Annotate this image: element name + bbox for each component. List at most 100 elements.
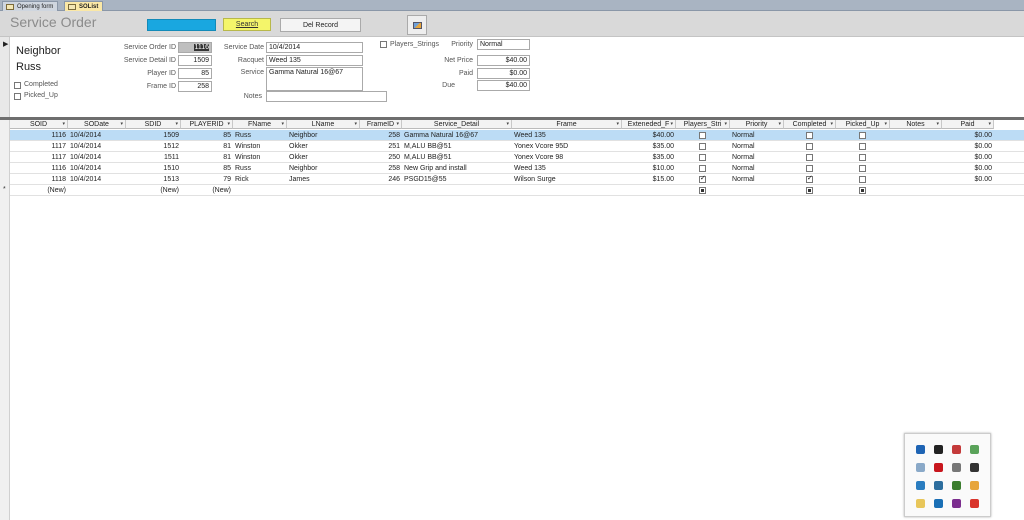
cell-sodate[interactable]: 10/4/2014: [68, 174, 126, 185]
column-header-playerid[interactable]: PLAYERID ▾: [181, 120, 233, 129]
shield-icon[interactable]: [952, 445, 961, 454]
column-header-soid[interactable]: SOID ▾: [10, 120, 68, 129]
row-picked-checkbox[interactable]: [859, 143, 866, 150]
row-completed-checkbox[interactable]: [806, 165, 813, 172]
row-completed-checkbox[interactable]: [806, 132, 813, 139]
column-header-priority[interactable]: Priority ▾: [730, 120, 784, 129]
cell-notes[interactable]: [890, 174, 942, 185]
cell-service_detail[interactable]: M,ALU BB@51: [402, 152, 512, 163]
cell-paid[interactable]: $0.00: [942, 163, 994, 174]
cell-lname[interactable]: Neighbor: [287, 130, 360, 141]
cell-sodate[interactable]: 10/4/2014: [68, 130, 126, 141]
cloud-icon[interactable]: [916, 463, 925, 472]
cell-soid[interactable]: 1116: [10, 163, 68, 174]
cell-service_detail[interactable]: New Grip and install: [402, 163, 512, 174]
cell-frameid[interactable]: 246: [360, 174, 402, 185]
cell-service_detail[interactable]: M,ALU BB@51: [402, 141, 512, 152]
cell-paid[interactable]: $0.00: [942, 152, 994, 163]
new-row-playerid[interactable]: (New): [181, 185, 233, 196]
sort-dropdown-icon[interactable]: ▾: [830, 120, 833, 128]
cell-playerid[interactable]: 81: [181, 141, 233, 152]
row-players-checkbox[interactable]: [699, 174, 706, 183]
service-field[interactable]: Gamma Natural 16@67: [266, 67, 363, 91]
sort-dropdown-icon[interactable]: ▾: [281, 120, 284, 128]
column-header-paid[interactable]: Paid ▾: [942, 120, 994, 129]
cell-sdid[interactable]: 1512: [126, 141, 181, 152]
cell-fname[interactable]: Russ: [233, 163, 287, 174]
bluetooth-icon[interactable]: [916, 445, 925, 454]
row-players-checkbox[interactable]: [699, 154, 706, 161]
cell-sdid[interactable]: 1510: [126, 163, 181, 174]
cell-paid[interactable]: $0.00: [942, 130, 994, 141]
sort-dropdown-icon[interactable]: ▾: [62, 120, 65, 128]
cell-fname[interactable]: Winston: [233, 141, 287, 152]
column-header-picked-up[interactable]: Picked_Up ▾: [836, 120, 890, 129]
column-header-lname[interactable]: LName ▾: [287, 120, 360, 129]
picked-up-checkbox[interactable]: [14, 93, 21, 100]
cell-lname[interactable]: Okker: [287, 141, 360, 152]
cell-sdid[interactable]: 1513: [126, 174, 181, 185]
cell-priority[interactable]: Normal: [730, 152, 784, 163]
cell-soid[interactable]: 1118: [10, 174, 68, 185]
service-detail-id-field[interactable]: 1509: [178, 55, 212, 66]
cell-lname[interactable]: Okker: [287, 152, 360, 163]
cell-fname[interactable]: Russ: [233, 130, 287, 141]
racquet-field[interactable]: Weed 135: [266, 55, 363, 66]
cell-sdid[interactable]: 1509: [126, 130, 181, 141]
frame-id-field[interactable]: 258: [178, 81, 212, 92]
sort-dropdown-icon[interactable]: ▾: [724, 120, 727, 128]
cell-priority[interactable]: Normal: [730, 174, 784, 185]
net-price-field[interactable]: $40.00: [477, 55, 530, 66]
cell-service_detail[interactable]: PSGD15@55: [402, 174, 512, 185]
sort-dropdown-icon[interactable]: ▾: [175, 120, 178, 128]
cell-ext[interactable]: $10.00: [622, 163, 676, 174]
cell-sodate[interactable]: 10/4/2014: [68, 163, 126, 174]
cell-notes[interactable]: [890, 163, 942, 174]
cell-soid[interactable]: 1117: [10, 141, 68, 152]
column-header-completed[interactable]: Completed ▾: [784, 120, 836, 129]
column-header-frame[interactable]: Frame ▾: [512, 120, 622, 129]
cell-soid[interactable]: 1117: [10, 152, 68, 163]
row-completed-checkbox[interactable]: [806, 174, 813, 183]
new-row-players-checkbox[interactable]: [699, 187, 706, 194]
exchange-icon[interactable]: [934, 499, 943, 508]
tab-solist[interactable]: SOList: [64, 1, 104, 11]
cell-frame[interactable]: Wilson Surge: [512, 174, 622, 185]
cell-ext[interactable]: $35.00: [622, 141, 676, 152]
new-row-sdid[interactable]: (New): [126, 185, 181, 196]
column-header-players-stri[interactable]: Players_Stri ▾: [676, 120, 730, 129]
row-completed-checkbox[interactable]: [806, 143, 813, 150]
usb-icon[interactable]: [952, 463, 961, 472]
new-row-picked-checkbox[interactable]: [859, 187, 866, 194]
sort-dropdown-icon[interactable]: ▾: [884, 120, 887, 128]
cell-soid[interactable]: 1116: [10, 130, 68, 141]
cell-sodate[interactable]: 10/4/2014: [68, 141, 126, 152]
row-players-checkbox[interactable]: [699, 165, 706, 172]
tool-button[interactable]: [407, 15, 427, 35]
row-picked-checkbox[interactable]: [859, 132, 866, 139]
row-picked-checkbox[interactable]: [859, 154, 866, 161]
cell-lname[interactable]: James: [287, 174, 360, 185]
cell-playerid[interactable]: 79: [181, 174, 233, 185]
column-header-sdid[interactable]: SDID ▾: [126, 120, 181, 129]
cell-playerid[interactable]: 85: [181, 130, 233, 141]
cell-sodate[interactable]: 10/4/2014: [68, 152, 126, 163]
cell-frameid[interactable]: 258: [360, 130, 402, 141]
row-selector-column[interactable]: [0, 120, 10, 520]
column-header-service-detail[interactable]: Service_Detail ▾: [402, 120, 512, 129]
cell-ext[interactable]: $15.00: [622, 174, 676, 185]
cell-paid[interactable]: $0.00: [942, 141, 994, 152]
onenote-icon[interactable]: [952, 499, 961, 508]
cell-frame[interactable]: Yonex Vcore 95D: [512, 141, 622, 152]
cell-frame[interactable]: Weed 135: [512, 130, 622, 141]
cell-priority[interactable]: Normal: [730, 130, 784, 141]
cell-fname[interactable]: Winston: [233, 152, 287, 163]
cell-priority[interactable]: Normal: [730, 141, 784, 152]
search-button[interactable]: Search: [223, 18, 271, 31]
monitor-icon[interactable]: [916, 481, 925, 490]
cell-paid[interactable]: $0.00: [942, 174, 994, 185]
cell-playerid[interactable]: 85: [181, 163, 233, 174]
priority-field[interactable]: Normal: [477, 39, 530, 50]
gpu-icon[interactable]: [952, 481, 961, 490]
cell-frameid[interactable]: 251: [360, 141, 402, 152]
